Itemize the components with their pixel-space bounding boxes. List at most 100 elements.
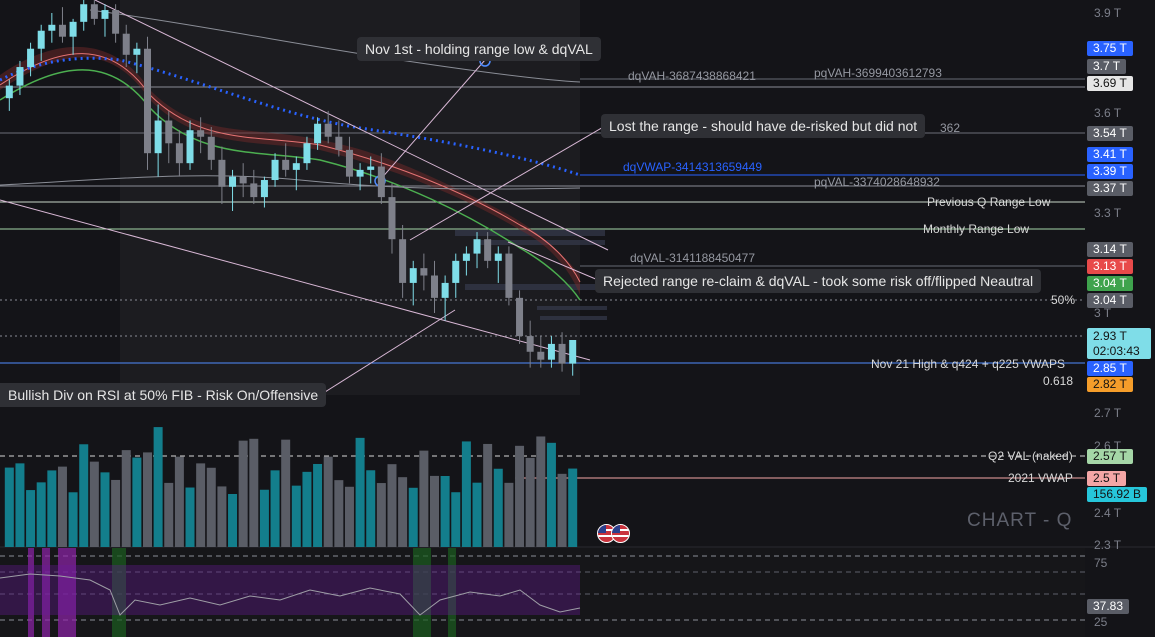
- volume-bar: [228, 493, 238, 547]
- annotation-nov1: Nov 1st - holding range low & dqVAL: [357, 37, 601, 61]
- price-tag-3-13: 3.13 T: [1087, 259, 1133, 274]
- candle-body: [229, 176, 237, 187]
- current-price: 2.93 T: [1093, 329, 1127, 343]
- volume-bar: [79, 444, 89, 547]
- volume-bar: [366, 470, 376, 547]
- rsi-axis-tick: 25: [1094, 615, 1108, 629]
- label-fib-618: 0.618: [1043, 374, 1074, 388]
- label-q2-val: Q2 VAL (naked): [988, 449, 1073, 463]
- candle-body: [462, 253, 470, 261]
- volume-bar: [515, 445, 525, 547]
- volume-bar: [387, 464, 397, 547]
- volume-bar: [568, 468, 578, 547]
- axis-tick: 3.6 T: [1094, 106, 1122, 120]
- candle-body: [197, 130, 205, 137]
- price-tag-2-85: 2.85 T: [1087, 361, 1133, 376]
- candle-body: [505, 253, 513, 298]
- candle-body: [5, 85, 13, 99]
- axis-tick: 3.3 T: [1094, 206, 1122, 220]
- volume-bar: [4, 467, 14, 547]
- candle-body: [431, 275, 438, 298]
- price-tag-3-69: 3.69 T: [1087, 76, 1133, 91]
- flag-event-icon[interactable]: [611, 524, 630, 543]
- label-vwap-2021: 2021 VWAP: [1008, 471, 1073, 485]
- volume-bar: [546, 442, 556, 547]
- candle-body: [335, 136, 343, 150]
- label-partial-362: 362: [940, 121, 961, 135]
- volume-bar: [281, 439, 291, 547]
- order-block: [537, 306, 607, 310]
- price-tag-3-37: 3.37 T: [1087, 181, 1133, 196]
- label-dqval: dqVAL-3141188450477: [630, 251, 756, 265]
- volume-bar: [398, 477, 408, 547]
- candle-body: [122, 33, 130, 55]
- price-tag-3-39: 3.39 T: [1087, 164, 1133, 179]
- order-block: [465, 284, 605, 290]
- candle-body: [48, 24, 56, 31]
- label-nov21: Nov 21 High & q424 + q225 VWAPS: [871, 357, 1066, 371]
- volume-bar: [164, 482, 174, 547]
- price-tag-3-41: 3.41 T: [1087, 147, 1133, 162]
- candle-body: [473, 239, 481, 254]
- volume-bar: [185, 487, 195, 547]
- price-tag-3-04: 3.04 T: [1087, 293, 1133, 308]
- rsi-axis-tick: 75: [1094, 556, 1108, 570]
- candle-body: [547, 343, 555, 360]
- volume-bar: [196, 463, 206, 547]
- volume-bar: [36, 482, 46, 547]
- label-prev-q-range-low: Previous Q Range Low: [927, 195, 1051, 209]
- candle-body: [292, 163, 300, 170]
- candle-body: [186, 130, 194, 164]
- volume-bar: [536, 436, 546, 547]
- candle-body: [441, 282, 449, 298]
- volume-bar: [334, 480, 344, 547]
- candle-body: [112, 10, 120, 34]
- volume-bar: [15, 463, 25, 547]
- rsi-band: [0, 565, 580, 615]
- candle-body: [58, 24, 66, 37]
- axis-tick: 2.4 T: [1094, 506, 1122, 520]
- candle-body: [452, 260, 460, 283]
- candle-body: [90, 4, 98, 19]
- candle-body: [101, 10, 109, 19]
- volume-bar: [451, 492, 461, 547]
- label-dqvah: dqVAH-3687438868421: [628, 69, 756, 83]
- candle-body: [356, 169, 364, 177]
- annotation-lost-range: Lost the range - should have de-risked b…: [601, 114, 926, 138]
- candle-body: [239, 176, 247, 184]
- volume-bar: [206, 467, 216, 547]
- volume-bar: [143, 452, 152, 547]
- volume-bar: [132, 457, 142, 547]
- candle-body: [494, 253, 502, 261]
- candle-body: [165, 120, 173, 144]
- volume-bar: [121, 450, 131, 547]
- volume-bar: [302, 471, 312, 547]
- volume-bar: [557, 473, 567, 547]
- axis-tick: 3 T: [1094, 306, 1112, 320]
- price-chart[interactable]: [0, 0, 1155, 637]
- volume-bar: [249, 438, 259, 547]
- volume-bar: [68, 492, 78, 547]
- label-pqvah: pqVAH-3699403612793: [814, 66, 942, 80]
- volume-bar: [430, 475, 439, 547]
- volume-bar: [47, 470, 57, 547]
- candle-body: [399, 239, 407, 283]
- candle-body: [345, 149, 353, 177]
- volume-bar: [344, 486, 354, 547]
- candle-body: [69, 21, 77, 37]
- candle-body: [314, 123, 322, 144]
- candle-body: [218, 159, 226, 187]
- axis-tick: 2.7 T: [1094, 406, 1122, 420]
- annotation-bullish-div: Bullish Div on RSI at 50% FIB - Risk On/…: [0, 383, 327, 407]
- volume-bar: [461, 441, 471, 547]
- price-tag-2-5: 2.5 T: [1087, 471, 1127, 486]
- candle-body: [133, 48, 141, 55]
- volume-bar: [111, 479, 121, 547]
- volume-bar: [270, 470, 280, 547]
- candle-body: [484, 239, 492, 261]
- volume-bar: [419, 450, 429, 547]
- volume-bar: [153, 427, 163, 547]
- candle-body: [80, 4, 88, 22]
- axis-tick: 2.3 T: [1094, 538, 1122, 552]
- candle-body: [420, 268, 428, 276]
